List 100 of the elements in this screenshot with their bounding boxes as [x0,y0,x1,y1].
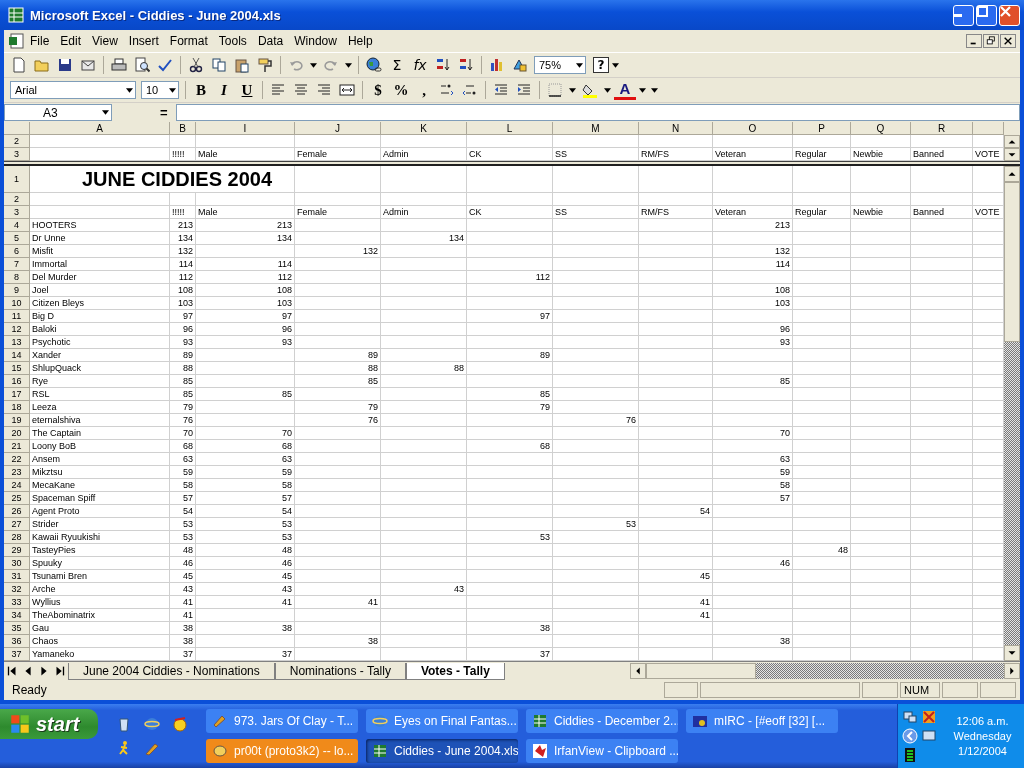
row-header[interactable]: 1 [4,166,30,193]
scroll-left-button[interactable] [630,663,646,679]
row-header[interactable]: 14 [4,349,30,362]
function-button[interactable]: fx [409,54,431,76]
column-header[interactable]: J [295,122,381,135]
menu-item[interactable]: Insert [123,32,164,50]
column-header[interactable]: L [467,122,553,135]
caret-icon[interactable] [345,62,352,68]
scroll-thumb[interactable] [646,663,756,679]
menu-item[interactable]: Tools [213,32,252,50]
menu-item[interactable]: Help [342,32,378,50]
row-header[interactable]: 6 [4,245,30,258]
formula-field[interactable] [175,104,1020,121]
row-header[interactable]: 29 [4,544,30,557]
row-header[interactable]: 7 [4,258,30,271]
row-header[interactable]: 8 [4,271,30,284]
row-header[interactable]: 31 [4,570,30,583]
row-header[interactable]: 4 [4,219,30,232]
row-header[interactable]: 16 [4,375,30,388]
row-header[interactable]: 21 [4,440,30,453]
taskbar-button[interactable]: 973. Jars Of Clay - T... [206,709,358,733]
font-dropdown[interactable]: Arial [10,81,136,99]
sheet-tab[interactable]: June 2004 Ciddies - Nominations [68,662,275,680]
currency-button[interactable]: $ [367,79,389,101]
row-header[interactable]: 3 [4,148,30,161]
taskbar-button[interactable]: Ciddies - December 2... [526,709,678,733]
row-header[interactable]: 36 [4,635,30,648]
caret-icon[interactable] [604,87,611,93]
bold-button[interactable]: B [190,79,212,101]
column-header[interactable]: Q [851,122,911,135]
font-color-button[interactable]: A [614,80,636,100]
taskbar-button[interactable]: Eyes on Final Fantas... [366,709,518,733]
row-header[interactable]: 2 [4,135,30,148]
row-header[interactable]: 34 [4,609,30,622]
column-header[interactable]: I [196,122,295,135]
taskbar-button[interactable]: Ciddies - June 2004.xls [366,739,518,763]
edit-formula-button[interactable]: = [156,105,172,120]
menu-item[interactable]: Data [252,32,289,50]
row-header[interactable]: 24 [4,479,30,492]
row-header[interactable]: 25 [4,492,30,505]
comma-button[interactable]: , [413,79,435,101]
row-header[interactable]: 15 [4,362,30,375]
italic-button[interactable]: I [213,79,235,101]
caret-icon[interactable] [310,62,317,68]
menu-item[interactable]: Edit [55,32,87,50]
underline-button[interactable]: U [236,79,258,101]
taskbar-button[interactable]: IrfanView - Clipboard ... [526,739,678,763]
row-header[interactable]: 11 [4,310,30,323]
row-header[interactable]: 9 [4,284,30,297]
percent-button[interactable]: % [390,79,412,101]
expand-icon[interactable] [902,728,918,744]
column-header[interactable]: B [170,122,196,135]
row-header[interactable]: 32 [4,583,30,596]
caret-icon[interactable] [612,62,619,68]
row-header[interactable]: 26 [4,505,30,518]
maximize-button[interactable] [976,4,997,26]
row-header[interactable]: 20 [4,427,30,440]
warning-icon[interactable] [921,709,937,725]
scroll-up-button[interactable] [1004,135,1020,148]
row-header[interactable]: 5 [4,232,30,245]
zoom-dropdown[interactable]: 75% [534,56,586,74]
row-header[interactable]: 27 [4,518,30,531]
column-header[interactable]: P [793,122,851,135]
monitor-icon[interactable] [921,728,937,744]
taskbar-button[interactable]: mIRC - [#eoff [32] [... [686,709,838,733]
pane-split-bar[interactable] [4,161,1020,166]
column-header[interactable]: K [381,122,467,135]
name-box[interactable]: A3 [4,104,112,121]
scroll-down-button[interactable] [1004,645,1020,661]
row-header[interactable]: 35 [4,622,30,635]
row-header[interactable]: 30 [4,557,30,570]
row-header[interactable]: 17 [4,388,30,401]
scroll-up-button[interactable] [1004,166,1020,182]
row-header[interactable]: 23 [4,466,30,479]
column-header[interactable]: R [911,122,973,135]
meter-icon[interactable] [902,747,918,763]
row-header[interactable]: 12 [4,323,30,336]
minimize-button[interactable] [966,34,982,48]
help-button[interactable]: ? [593,57,609,73]
row-header[interactable]: 3 [4,206,30,219]
scroll-thumb[interactable] [1004,182,1020,342]
start-button[interactable]: start [0,709,98,739]
row-header[interactable]: 28 [4,531,30,544]
row-header[interactable]: 18 [4,401,30,414]
row-header[interactable]: 19 [4,414,30,427]
menu-item[interactable]: View [87,32,123,50]
column-header[interactable]: N [639,122,713,135]
sheet-tab[interactable]: Votes - Tally [405,662,505,680]
recycle-bin-icon[interactable] [116,716,132,732]
row-header[interactable]: 10 [4,297,30,310]
row-header[interactable]: 13 [4,336,30,349]
column-header[interactable]: O [713,122,793,135]
menu-item[interactable]: Window [289,32,342,50]
scroll-right-button[interactable] [1004,663,1020,679]
row-header[interactable]: 33 [4,596,30,609]
font-size-dropdown[interactable]: 10 [141,81,179,99]
column-header[interactable]: M [553,122,639,135]
scroll-down-button[interactable] [1004,148,1020,161]
menu-item[interactable]: Format [164,32,213,50]
first-sheet-icon[interactable] [5,664,19,678]
